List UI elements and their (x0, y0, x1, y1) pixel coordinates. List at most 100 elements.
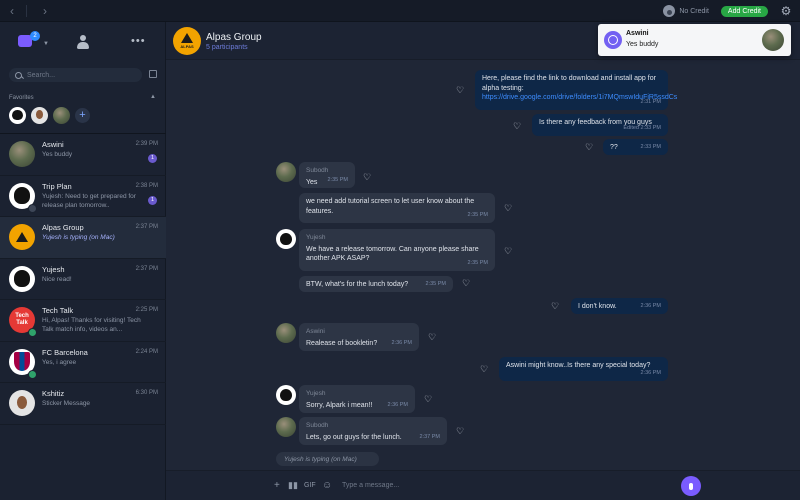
sidebar: 2 ▼ ••• Search... Favorites ▲ + Aswini 2… (0, 22, 166, 500)
chat-item-alpas-group[interactable]: Alpas Group 2:37 PM Yujesh is typing (on… (0, 217, 166, 259)
chat-name: Tech Talk (42, 306, 74, 315)
search-input[interactable]: Search... (9, 68, 142, 82)
chat-name: Alpas Group (42, 223, 84, 232)
message-text: Aswini might know..Is there any special … (506, 362, 651, 369)
plus-icon[interactable]: + (274, 480, 280, 491)
sender-avatar[interactable] (276, 385, 296, 405)
audio-wave-icon[interactable]: ▮▮ (288, 480, 298, 491)
message-bubble-incoming[interactable]: Yujesh We have a release tomorrow. Can a… (299, 229, 495, 271)
more-options-icon[interactable]: ••• (131, 35, 146, 47)
compose-icon[interactable] (149, 70, 157, 78)
message-time: 2:37 PM (419, 433, 440, 440)
account-icon[interactable] (663, 5, 676, 17)
add-credit-button[interactable]: Add Credit (720, 5, 768, 17)
chevron-down-icon[interactable]: ▼ (43, 41, 49, 47)
heart-icon[interactable]: ♡ (456, 427, 466, 436)
chat-name: Trip Plan (42, 181, 72, 191)
chat-item-aswini[interactable]: Aswini 2:39 PM Yes buddy 1 (0, 134, 166, 176)
message-time: 2:35 PM (327, 176, 348, 183)
chat-preview: Yes buddy (42, 151, 73, 158)
microphone-icon[interactable] (681, 476, 701, 496)
message-input[interactable]: Type a message... (342, 482, 399, 489)
message-time: 2:35 PM (425, 280, 446, 287)
sender-avatar[interactable] (276, 323, 296, 343)
heart-icon[interactable]: ♡ (428, 333, 438, 342)
chats-badge: 2 (30, 31, 40, 41)
message-text: We have a release tomorrow. Can anyone p… (306, 245, 479, 263)
avatar (9, 390, 35, 416)
group-avatar[interactable]: ALPAS (173, 27, 201, 55)
participants-count[interactable]: 5 participants (206, 44, 248, 51)
chat-item-kshitiz[interactable]: Kshitiz 6:30 PM Sticker Message (0, 383, 166, 425)
chat-item-fc-barcelona[interactable]: FC Barcelona 2:24 PM Yes, i agree (0, 342, 166, 383)
group-indicator-icon (28, 203, 37, 213)
sender-avatar[interactable] (276, 417, 296, 437)
message-bubble-incoming[interactable]: we need add tutorial screen to let user … (299, 193, 495, 223)
chevron-up-icon[interactable]: ▲ (150, 94, 156, 100)
message-sender: Aswini (306, 328, 325, 335)
chat-name: FC Barcelona (42, 347, 88, 357)
message-composer: + ▮▮ GIF ☺ Type a message... (166, 470, 800, 500)
chat-name: Kshitiz (42, 389, 65, 398)
chat-preview: Yes, i agree (42, 358, 77, 366)
sticker-icon[interactable]: ☺ (322, 480, 332, 491)
chat-time: 2:25 PM (135, 307, 158, 313)
chat-time: 2:24 PM (135, 348, 158, 355)
forward-arrow-icon[interactable]: › (37, 3, 53, 19)
heart-icon[interactable]: ♡ (504, 204, 514, 213)
heart-icon[interactable]: ♡ (480, 365, 490, 374)
heart-icon[interactable]: ♡ (513, 122, 523, 131)
group-name[interactable]: Alpas Group (206, 32, 262, 43)
message-bubble-outgoing[interactable]: Aswini might know..Is there any special … (499, 357, 668, 381)
heart-icon[interactable]: ♡ (585, 143, 595, 152)
message-bubble-incoming[interactable]: Subodh Yes 2:35 PM (299, 162, 355, 188)
chat-list: Aswini 2:39 PM Yes buddy 1 Trip Plan 2:3… (0, 134, 166, 425)
chat-time: 2:37 PM (135, 265, 158, 272)
gif-icon[interactable]: GIF (304, 482, 316, 489)
favorite-avatar[interactable] (9, 106, 26, 124)
search-placeholder: Search... (27, 71, 56, 79)
message-time: 2:33 PM (640, 143, 661, 150)
settings-gear-icon[interactable]: ⚙ (780, 4, 792, 18)
message-bubble-incoming[interactable]: Yujesh Sorry, Alpark i mean!! 2:36 PM (299, 385, 415, 413)
message-bubble-incoming[interactable]: Aswini Realease of bookletin? 2:36 PM (299, 323, 419, 351)
favorite-avatar[interactable] (31, 106, 48, 124)
message-bubble-outgoing[interactable]: I don't know. 2:36 PM (571, 298, 668, 314)
message-sender: Subodh (306, 167, 329, 174)
heart-icon[interactable]: ♡ (456, 86, 466, 95)
alpas-logo-icon (181, 33, 193, 43)
back-arrow-icon[interactable]: ‹ (4, 3, 20, 19)
chat-item-tech-talk[interactable]: Tech Talk Tech Talk 2:25 PM Hi, Alpas! T… (0, 300, 166, 342)
heart-icon[interactable]: ♡ (363, 173, 373, 182)
tab-chats[interactable]: 2 (18, 31, 40, 49)
chat-item-yujesh[interactable]: Yujesh 2:37 PM Nice read! (0, 259, 166, 300)
message-bubble-outgoing[interactable]: Here, please find the link to download a… (475, 70, 677, 110)
sender-avatar[interactable] (276, 229, 296, 249)
message-bubble-outgoing[interactable]: ?? 2:33 PM (603, 139, 668, 155)
add-favorite-plus-icon[interactable]: + (75, 107, 90, 123)
sender-avatar[interactable] (276, 162, 296, 182)
favorites-label: Favorites (9, 95, 34, 101)
message-sender: Yujesh (306, 234, 326, 241)
viber-logo-icon (604, 31, 622, 49)
avatar (9, 224, 35, 250)
message-time: 2:36 PM (387, 401, 408, 408)
heart-icon[interactable]: ♡ (462, 279, 472, 288)
chat-preview: Sticker Message (42, 400, 91, 407)
chat-name: Aswini (42, 140, 64, 149)
bot-indicator-icon (28, 328, 37, 337)
message-bubble-outgoing[interactable]: Is there any feedback from you guys Edit… (532, 114, 668, 136)
heart-icon[interactable]: ♡ (504, 247, 514, 256)
message-text: Sorry, Alpark i mean!! (306, 401, 373, 409)
message-time: 2:36 PM (640, 302, 661, 309)
heart-icon[interactable]: ♡ (424, 395, 434, 404)
tab-contacts-person-icon[interactable] (77, 35, 89, 49)
heart-icon[interactable]: ♡ (551, 302, 561, 311)
message-time: 2:36 PM (640, 369, 661, 376)
chat-item-trip-plan[interactable]: Trip Plan 2:38 PM Yujesh: Need to get pr… (0, 176, 166, 217)
notification-text: Yes buddy (626, 41, 659, 48)
message-bubble-incoming[interactable]: BTW, what's for the lunch today? 2:35 PM (299, 276, 453, 292)
message-bubble-incoming[interactable]: Subodh Lets, go out guys for the lunch. … (299, 417, 447, 445)
conversation-pane: ALPAS Alpas Group 5 participants Here, p… (166, 22, 800, 500)
favorite-avatar[interactable] (53, 106, 70, 124)
